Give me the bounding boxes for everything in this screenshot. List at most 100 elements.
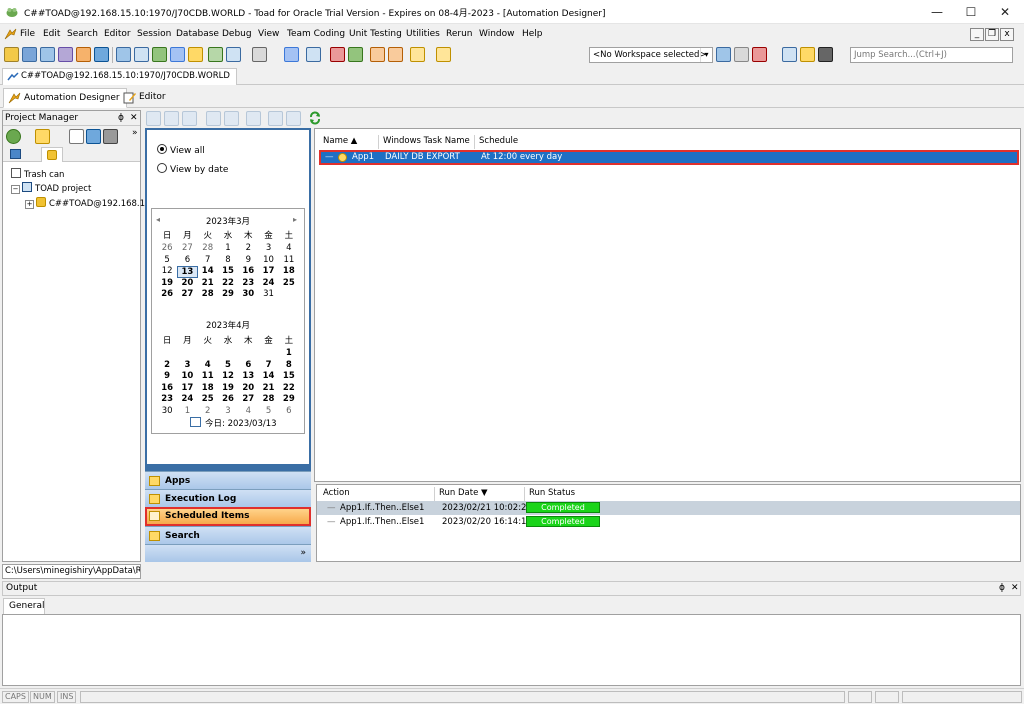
nav-apps[interactable]: Apps [145,471,311,490]
calendar-day[interactable]: 16 [238,266,258,278]
collapse-icon[interactable]: − [11,185,20,194]
calendar-day[interactable]: 29 [218,289,238,301]
calendar-day[interactable]: 26 [157,289,177,301]
folder-open-icon[interactable] [35,129,50,144]
calendar-day[interactable]: 3 [258,243,278,255]
column-header-schedule[interactable]: Schedule [475,135,565,149]
history-row[interactable]: — App1.If..Then..Else1 2023/02/20 16:14:… [317,515,1020,529]
calendar-day[interactable]: 16 [157,383,177,395]
calendar-day[interactable]: 1 [177,406,197,418]
calendar-day[interactable]: 25 [198,394,218,406]
sql-editor-icon[interactable] [40,47,55,62]
calendar-day[interactable]: 27 [177,289,197,301]
panel-close-icon[interactable]: ✕ [130,111,138,125]
menu-team-coding[interactable]: Team Coding [287,29,345,39]
user-lock-icon[interactable] [388,47,403,62]
calendar-day-today[interactable]: 13 [177,266,198,278]
calendar-day[interactable]: 24 [258,278,278,290]
calendar-day[interactable]: 27 [177,243,197,255]
calendar-day[interactable]: 26 [218,394,238,406]
calendar-day[interactable]: 13 [238,371,258,383]
tab-general[interactable]: General [3,598,45,615]
save-icon[interactable] [284,47,299,62]
run-icon[interactable] [348,47,363,62]
workspace-save-icon[interactable] [716,47,731,62]
calendar-day[interactable]: 5 [157,255,177,267]
calendar-day[interactable]: 8 [279,360,299,372]
nav-scheduled-items[interactable]: Scheduled Items [145,507,311,526]
column-header-run-date[interactable]: Run Date ▼ [435,487,525,501]
menu-rerun[interactable]: Rerun [446,29,473,39]
calendar-day[interactable]: 11 [198,371,218,383]
database-monitor-icon[interactable] [116,47,131,62]
tab-automation-designer[interactable]: Automation Designer [3,88,127,108]
calendar-day[interactable]: 30 [157,406,177,418]
calendar-today[interactable]: 今日: 2023/03/13 [190,417,277,429]
tab-editor[interactable]: Editor [119,88,172,108]
calendar-day[interactable]: 5 [258,406,278,418]
play-icon[interactable] [164,111,179,126]
calendar-day[interactable]: 10 [258,255,278,267]
pin-icon[interactable]: ɸ [999,582,1005,595]
workspace-open-icon[interactable] [734,47,749,62]
print-icon[interactable] [103,129,118,144]
menu-edit[interactable]: Edit [43,29,60,39]
calendar-day[interactable]: 31 [258,289,278,301]
nav-search[interactable]: Search [145,526,311,545]
calendar-day[interactable]: 25 [279,278,299,290]
project-tab-icon[interactable] [10,149,21,159]
query-builder-icon[interactable] [58,47,73,62]
tree-item-toad-project[interactable]: − TOAD project [11,182,91,195]
close-button[interactable]: ✕ [988,0,1022,24]
schedule-icon[interactable] [246,111,261,126]
panel-close-icon[interactable]: ✕ [1011,582,1019,595]
menu-database[interactable]: Database [176,29,219,39]
calendar-day[interactable]: 9 [157,371,177,383]
maximize-button[interactable]: ☐ [954,0,988,24]
calendar-day[interactable]: 2 [198,406,218,418]
calendar-day[interactable]: 5 [218,360,238,372]
help-icon[interactable] [800,47,815,62]
wizard-icon[interactable] [410,47,425,62]
automate-icon[interactable] [436,47,451,62]
calendar-day[interactable]: 15 [279,371,299,383]
calendar-day[interactable]: 6 [238,360,258,372]
calendar-day[interactable]: 17 [177,383,197,395]
options-icon[interactable] [252,47,267,62]
automation-icon[interactable] [188,47,203,62]
calendar-day[interactable]: 15 [218,266,238,278]
calendar-day[interactable]: 21 [258,383,278,395]
debug-icon[interactable] [330,47,345,62]
menu-debug[interactable]: Debug [222,29,252,39]
calendar-day[interactable]: 6 [279,406,299,418]
pause-icon[interactable] [224,111,239,126]
add-icon[interactable] [6,129,21,144]
calendar-day[interactable]: 4 [279,243,299,255]
calendar-day[interactable]: 21 [198,278,218,290]
menu-search[interactable]: Search [67,29,98,39]
tree-item-trash-can[interactable]: Trash can [11,168,64,181]
workspace-select[interactable]: <No Workspace selected> ▾ [589,47,713,63]
calendar-day[interactable]: 28 [258,394,278,406]
scheduled-item-row[interactable]: — App1 DAILY DB EXPORT At 12:00 every da… [319,150,1019,165]
calendar-day[interactable]: 17 [258,266,278,278]
menu-utilities[interactable]: Utilities [406,29,440,39]
sql-icon[interactable] [76,47,91,62]
calendar-day[interactable]: 18 [279,266,299,278]
history-row[interactable]: — App1.If..Then..Else1 2023/02/21 10:02:… [317,501,1020,515]
tree-item-connection[interactable]: + C##TOAD@192.168.1 [25,197,145,210]
menu-editor[interactable]: Editor [104,29,131,39]
menu-file[interactable]: File [20,29,35,39]
calendar-day[interactable]: 4 [238,406,258,418]
workspace-delete-icon[interactable] [752,47,767,62]
calendar-day[interactable]: 24 [177,394,197,406]
pl-sql-icon[interactable] [306,47,321,62]
pin-icon[interactable]: ɸ [118,111,124,125]
schema-browser-icon[interactable] [22,47,37,62]
column-header-run-status[interactable]: Run Status [525,487,605,501]
paste-icon[interactable] [286,111,301,126]
mdi-close-button[interactable]: x [1000,28,1014,41]
schema-compare-icon[interactable] [208,47,223,62]
calendar-day[interactable]: 14 [198,266,218,278]
menu-unit-testing[interactable]: Unit Testing [349,29,402,39]
